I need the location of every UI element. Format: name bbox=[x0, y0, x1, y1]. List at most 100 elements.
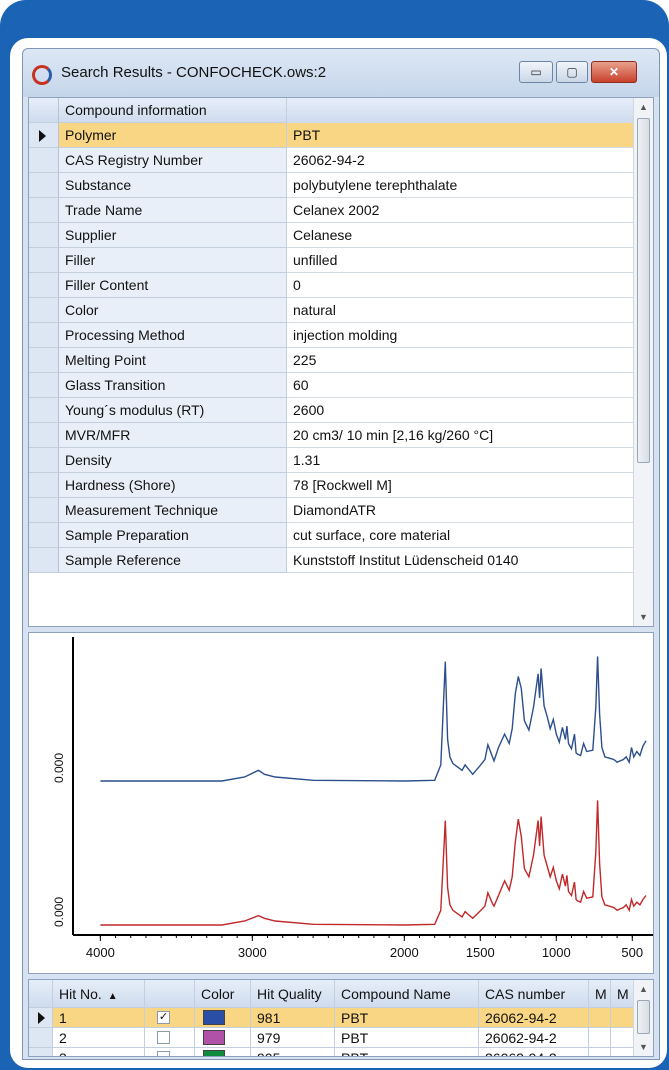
checkbox-icon[interactable] bbox=[157, 1051, 170, 1056]
grid-row[interactable]: Polymer PBT bbox=[29, 123, 635, 148]
property-value[interactable]: cut surface, core material bbox=[287, 523, 635, 548]
color-swatch[interactable] bbox=[203, 1030, 225, 1045]
row-selector[interactable] bbox=[29, 123, 59, 148]
row-selector[interactable] bbox=[29, 198, 59, 223]
row-selector[interactable] bbox=[29, 248, 59, 273]
property-value[interactable]: unfilled bbox=[287, 248, 635, 273]
hits-scrollbar[interactable]: ▲ ▼ bbox=[633, 980, 653, 1056]
column-header[interactable]: M bbox=[589, 980, 611, 1008]
grid-row[interactable]: MVR/MFR 20 cm3/ 10 min [2,16 kg/260 °C] bbox=[29, 423, 635, 448]
hit-checkbox[interactable]: ✓ bbox=[145, 1008, 195, 1028]
property-value[interactable]: PBT bbox=[287, 123, 635, 148]
column-header[interactable]: Hit Quality bbox=[251, 980, 335, 1008]
color-swatch[interactable] bbox=[203, 1050, 225, 1056]
m-column-1[interactable] bbox=[589, 1028, 611, 1048]
m-column-2[interactable] bbox=[611, 1008, 635, 1028]
grid-row[interactable]: Processing Method injection molding bbox=[29, 323, 635, 348]
color-swatch[interactable] bbox=[203, 1010, 225, 1025]
property-value[interactable]: 60 bbox=[287, 373, 635, 398]
grid-row[interactable]: Density 1.31 bbox=[29, 448, 635, 473]
property-value[interactable]: polybutylene terephthalate bbox=[287, 173, 635, 198]
row-selector[interactable] bbox=[29, 223, 59, 248]
table-row[interactable]: 3 905 PBT 26062-94-2 bbox=[29, 1048, 635, 1056]
property-value[interactable]: 78 [Rockwell M] bbox=[287, 473, 635, 498]
property-value[interactable]: Celanex 2002 bbox=[287, 198, 635, 223]
grid-row[interactable]: Glass Transition 60 bbox=[29, 373, 635, 398]
m-column-1[interactable] bbox=[589, 1048, 611, 1056]
grid-row[interactable]: Filler Content 0 bbox=[29, 273, 635, 298]
row-selector[interactable] bbox=[29, 523, 59, 548]
row-selector[interactable] bbox=[29, 398, 59, 423]
title-bar[interactable]: Search Results - CONFOCHECK.ows:2 ▭ ▢ ✕ bbox=[23, 49, 659, 97]
compound-name[interactable]: PBT bbox=[335, 1028, 479, 1048]
row-selector[interactable] bbox=[29, 548, 59, 573]
grid-row[interactable]: Color natural bbox=[29, 298, 635, 323]
hit-color[interactable] bbox=[195, 1028, 251, 1048]
row-selector[interactable] bbox=[29, 498, 59, 523]
grid-row[interactable]: Hardness (Shore) 78 [Rockwell M] bbox=[29, 473, 635, 498]
m-column-1[interactable] bbox=[589, 1008, 611, 1028]
column-header[interactable]: CAS number bbox=[479, 980, 589, 1008]
hit-quality[interactable]: 981 bbox=[251, 1008, 335, 1028]
row-selector[interactable] bbox=[29, 423, 59, 448]
property-value[interactable]: 225 bbox=[287, 348, 635, 373]
grid-row[interactable]: Supplier Celanese bbox=[29, 223, 635, 248]
row-selector[interactable] bbox=[29, 348, 59, 373]
checkbox-icon[interactable]: ✓ bbox=[157, 1011, 170, 1024]
cas-number[interactable]: 26062-94-2 bbox=[479, 1048, 589, 1056]
row-selector[interactable] bbox=[29, 148, 59, 173]
row-selector[interactable] bbox=[29, 448, 59, 473]
property-value[interactable]: 26062-94-2 bbox=[287, 148, 635, 173]
hit-checkbox[interactable] bbox=[145, 1048, 195, 1056]
grid-row[interactable]: Substance polybutylene terephthalate bbox=[29, 173, 635, 198]
checkbox-icon[interactable] bbox=[157, 1031, 170, 1044]
row-selector[interactable] bbox=[29, 323, 59, 348]
cas-number[interactable]: 26062-94-2 bbox=[479, 1028, 589, 1048]
row-selector[interactable] bbox=[29, 473, 59, 498]
grid-row[interactable]: Measurement Technique DiamondATR bbox=[29, 498, 635, 523]
hit-number[interactable]: 3 bbox=[53, 1048, 145, 1056]
property-value[interactable]: 1.31 bbox=[287, 448, 635, 473]
m-column-2[interactable] bbox=[611, 1048, 635, 1056]
property-value[interactable]: 20 cm3/ 10 min [2,16 kg/260 °C] bbox=[287, 423, 635, 448]
grid-scrollbar[interactable]: ▲ ▼ bbox=[633, 98, 653, 626]
close-button[interactable]: ✕ bbox=[591, 61, 637, 83]
row-selector[interactable] bbox=[29, 273, 59, 298]
table-row[interactable]: 2 979 PBT 26062-94-2 bbox=[29, 1028, 635, 1048]
maximize-button[interactable]: ▢ bbox=[556, 61, 588, 83]
property-value[interactable]: 0 bbox=[287, 273, 635, 298]
row-selector[interactable] bbox=[29, 1028, 53, 1048]
hits-scroll-up-icon[interactable]: ▲ bbox=[634, 980, 653, 998]
hit-color[interactable] bbox=[195, 1008, 251, 1028]
m-column-2[interactable] bbox=[611, 1028, 635, 1048]
column-header[interactable]: Compound Name bbox=[335, 980, 479, 1008]
column-header[interactable] bbox=[145, 980, 195, 1008]
compound-name[interactable]: PBT bbox=[335, 1008, 479, 1028]
grid-row[interactable]: Trade Name Celanex 2002 bbox=[29, 198, 635, 223]
row-selector[interactable] bbox=[29, 1048, 53, 1056]
hit-quality[interactable]: 905 bbox=[251, 1048, 335, 1056]
grid-row[interactable]: Melting Point 225 bbox=[29, 348, 635, 373]
hit-quality[interactable]: 979 bbox=[251, 1028, 335, 1048]
grid-row[interactable]: Sample Reference Kunststoff Institut Lüde… bbox=[29, 548, 635, 573]
hits-scroll-down-icon[interactable]: ▼ bbox=[634, 1038, 653, 1056]
row-selector[interactable] bbox=[29, 373, 59, 398]
scroll-up-icon[interactable]: ▲ bbox=[634, 98, 653, 116]
property-value[interactable]: natural bbox=[287, 298, 635, 323]
table-row[interactable]: 1 ✓ 981 PBT 26062-94-2 bbox=[29, 1008, 635, 1028]
hit-checkbox[interactable] bbox=[145, 1028, 195, 1048]
row-selector[interactable] bbox=[29, 1008, 53, 1028]
grid-row[interactable]: Young´s modulus (RT) 2600 bbox=[29, 398, 635, 423]
row-selector[interactable] bbox=[29, 173, 59, 198]
scroll-thumb[interactable] bbox=[637, 118, 650, 463]
column-header[interactable]: M bbox=[611, 980, 635, 1008]
compound-name[interactable]: PBT bbox=[335, 1048, 479, 1056]
scroll-down-icon[interactable]: ▼ bbox=[634, 608, 653, 626]
property-value[interactable]: Kunststoff Institut Lüdenscheid 0140 bbox=[287, 548, 635, 573]
hits-scroll-thumb[interactable] bbox=[637, 1000, 650, 1034]
hit-number[interactable]: 2 bbox=[53, 1028, 145, 1048]
hits-table[interactable]: Hit No. ▲ Color Hit Quality Compound Name CAS… bbox=[28, 979, 654, 1057]
compound-info-grid[interactable]: Compound information Polymer PBT CAS Regis… bbox=[28, 97, 654, 627]
property-value[interactable]: injection molding bbox=[287, 323, 635, 348]
property-value[interactable]: 2600 bbox=[287, 398, 635, 423]
